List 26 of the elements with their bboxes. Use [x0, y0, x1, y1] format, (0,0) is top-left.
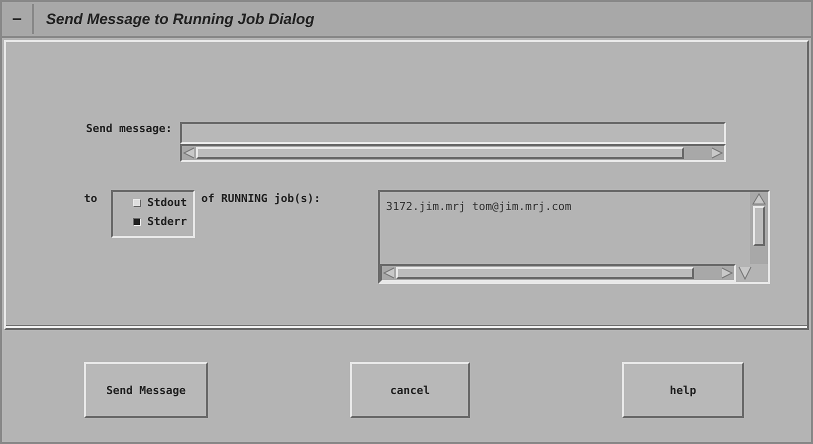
scrollbar-thumb[interactable] [753, 206, 765, 246]
job-item[interactable]: 3172.jim.mrj tom@jim.mrj.com [386, 200, 744, 213]
option-label[interactable]: Stderr [147, 215, 187, 228]
message-field[interactable] [180, 122, 726, 144]
cancel-button[interactable]: cancel [350, 362, 470, 418]
scrollbar-thumb[interactable] [396, 267, 694, 279]
toggle-icon[interactable] [133, 218, 142, 226]
help-button[interactable]: help [622, 362, 744, 418]
vertical-scrollbar[interactable] [750, 192, 768, 264]
jobs-label: of RUNNING job(s): [201, 192, 320, 205]
window-menu-button[interactable]: — [2, 4, 34, 34]
horizontal-scrollbar[interactable] [180, 144, 726, 162]
right-arrow-icon[interactable] [710, 147, 724, 159]
horizontal-scrollbar[interactable] [380, 264, 736, 282]
right-arrow-icon[interactable] [720, 267, 734, 279]
scrollbar-thumb[interactable] [196, 147, 684, 159]
to-label: to [84, 192, 98, 205]
job-list[interactable]: 3172.jim.mrj tom@jim.mrj.com [378, 190, 770, 284]
window-title: Send Message to Running Job Dialog [45, 10, 314, 28]
send-message-button[interactable]: Send Message [84, 362, 208, 418]
left-arrow-icon[interactable] [182, 147, 196, 159]
message-label: Send message: [86, 122, 172, 137]
option-label[interactable]: Stdout [147, 196, 187, 209]
up-arrow-icon[interactable] [752, 192, 766, 206]
down-arrow-icon[interactable] [736, 264, 754, 282]
left-arrow-icon[interactable] [382, 267, 396, 279]
